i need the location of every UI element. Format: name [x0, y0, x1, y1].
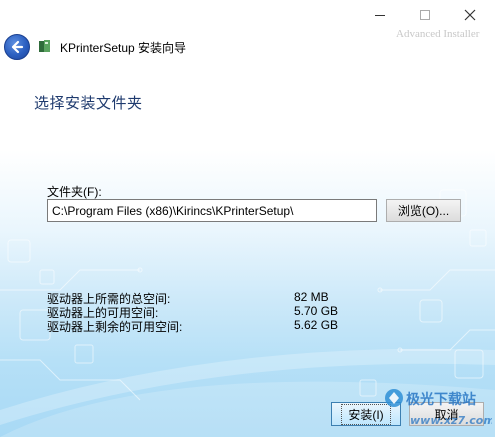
- remaining-space-label: 驱动器上剩余的可用空间:: [47, 320, 183, 334]
- remaining-space-value: 5.62 GB: [294, 318, 339, 332]
- folder-path-input[interactable]: [47, 199, 377, 222]
- arrow-left-icon: [11, 40, 24, 54]
- maximize-button[interactable]: [403, 2, 447, 28]
- minimize-icon: [375, 14, 385, 16]
- minimize-button[interactable]: [358, 2, 402, 28]
- close-button[interactable]: [448, 2, 492, 28]
- install-button-label: 安装(I): [341, 403, 391, 425]
- browse-button[interactable]: 浏览(O)...: [386, 199, 461, 222]
- window-title: KPrinterSetup 安装向导: [60, 41, 187, 55]
- maximize-icon: [420, 10, 430, 20]
- brand-text: Advanced Installer: [396, 28, 480, 40]
- close-icon: [464, 9, 476, 21]
- required-space-value: 82 MB: [294, 290, 329, 304]
- cancel-button[interactable]: 取消: [409, 402, 484, 426]
- install-button[interactable]: 安装(I): [331, 402, 401, 426]
- installer-window: KPrinterSetup 安装向导 Advanced Installer 选择…: [0, 0, 495, 437]
- app-icon: [39, 40, 50, 52]
- page-title: 选择安装文件夹: [34, 95, 143, 112]
- folder-label: 文件夹(F):: [47, 185, 102, 199]
- available-space-value: 5.70 GB: [294, 304, 339, 318]
- back-button[interactable]: [4, 34, 30, 60]
